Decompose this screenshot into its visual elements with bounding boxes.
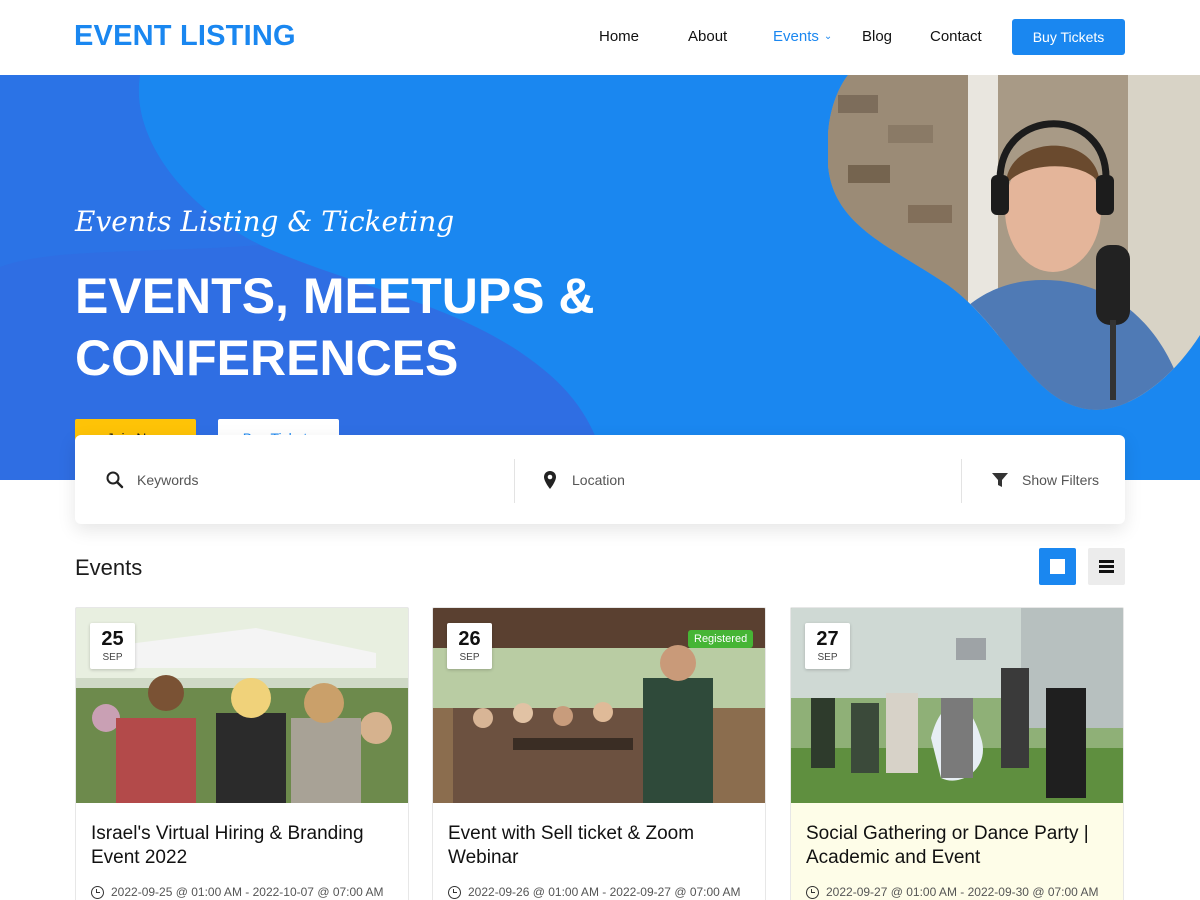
grid-view-button[interactable] [1039, 548, 1076, 585]
event-dates-text: 2022-09-26 @ 01:00 AM - 2022-09-27 @ 07:… [468, 885, 741, 899]
nav-about[interactable]: About [688, 28, 727, 48]
list-view-icon [1099, 560, 1114, 563]
nav-events[interactable]: Events ⌄ [773, 28, 832, 48]
search-divider [961, 459, 962, 503]
clock-icon [448, 885, 461, 899]
clock-icon [91, 885, 104, 899]
event-date-badge: 26 SEP [447, 623, 492, 669]
search-divider [514, 459, 515, 503]
registered-badge: Registered [688, 630, 754, 648]
event-day: 26 [458, 628, 481, 650]
chevron-down-icon: ⌄ [823, 31, 833, 42]
event-dates: 2022-09-26 @ 01:00 AM - 2022-09-27 @ 07:… [448, 885, 741, 899]
event-dates: 2022-09-25 @ 01:00 AM - 2022-10-07 @ 07:… [91, 885, 384, 899]
search-icon [106, 471, 124, 488]
event-dates-text: 2022-09-25 @ 01:00 AM - 2022-10-07 @ 07:… [111, 885, 384, 899]
site-logo[interactable]: EVENT LISTING [74, 20, 296, 53]
nav-blog[interactable]: Blog [862, 28, 892, 48]
event-month: SEP [102, 652, 123, 663]
event-card[interactable]: 27 SEP Social Gathering or Dance Party |… [790, 607, 1124, 900]
show-filters-label: Show Filters [1022, 471, 1100, 488]
site-header: EVENT LISTING Home About Events ⌄ Blog Co… [0, 0, 1200, 75]
nav-events-label: Events [773, 28, 819, 45]
event-card[interactable]: 25 SEP Israel's Virtual Hiring & Brandin… [75, 607, 409, 900]
event-dates: 2022-09-27 @ 01:00 AM - 2022-09-30 @ 07:… [806, 885, 1099, 899]
keywords-input[interactable]: Keywords [137, 472, 198, 488]
list-view-icon [1099, 570, 1114, 573]
hero-script-title: Events Listing & Ticketing [75, 205, 455, 238]
location-input[interactable]: Location [572, 472, 625, 488]
event-title[interactable]: Social Gathering or Dance Party | Academ… [806, 822, 1106, 870]
list-view-icon [1099, 565, 1114, 568]
hero-title: EVENTS, MEETUPS & CONFERENCES [75, 265, 675, 389]
event-date-badge: 25 SEP [90, 623, 135, 669]
event-card[interactable]: 26 SEP Registered Event with Sell ticket… [432, 607, 766, 900]
event-title[interactable]: Event with Sell ticket & Zoom Webinar [448, 822, 748, 870]
list-view-button[interactable] [1088, 548, 1125, 585]
hero-title-line1: EVENTS, MEETUPS & [75, 268, 595, 324]
nav-home[interactable]: Home [599, 28, 639, 48]
keywords-search[interactable]: Keywords [105, 435, 198, 524]
nav-contact[interactable]: Contact [930, 28, 982, 48]
search-bar: Keywords Location Show Filters [75, 435, 1125, 524]
filter-icon [992, 472, 1008, 487]
events-section-title: Events [75, 555, 143, 580]
event-month: SEP [459, 652, 480, 663]
map-pin-icon [544, 470, 556, 489]
buy-tickets-header-button[interactable]: Buy Tickets [1012, 19, 1125, 55]
grid-view-icon [1050, 559, 1065, 574]
event-day: 27 [816, 628, 839, 650]
event-dates-text: 2022-09-27 @ 01:00 AM - 2022-09-30 @ 07:… [826, 885, 1099, 899]
event-day: 25 [101, 628, 124, 650]
event-date-badge: 27 SEP [805, 623, 850, 669]
hero-photo [828, 75, 1200, 410]
event-title[interactable]: Israel's Virtual Hiring & Branding Event… [91, 822, 391, 870]
event-month: SEP [817, 652, 838, 663]
location-search[interactable]: Location [540, 435, 625, 524]
hero-title-line2: CONFERENCES [75, 330, 459, 386]
clock-icon [806, 885, 819, 899]
show-filters-button[interactable]: Show Filters [990, 435, 1099, 524]
